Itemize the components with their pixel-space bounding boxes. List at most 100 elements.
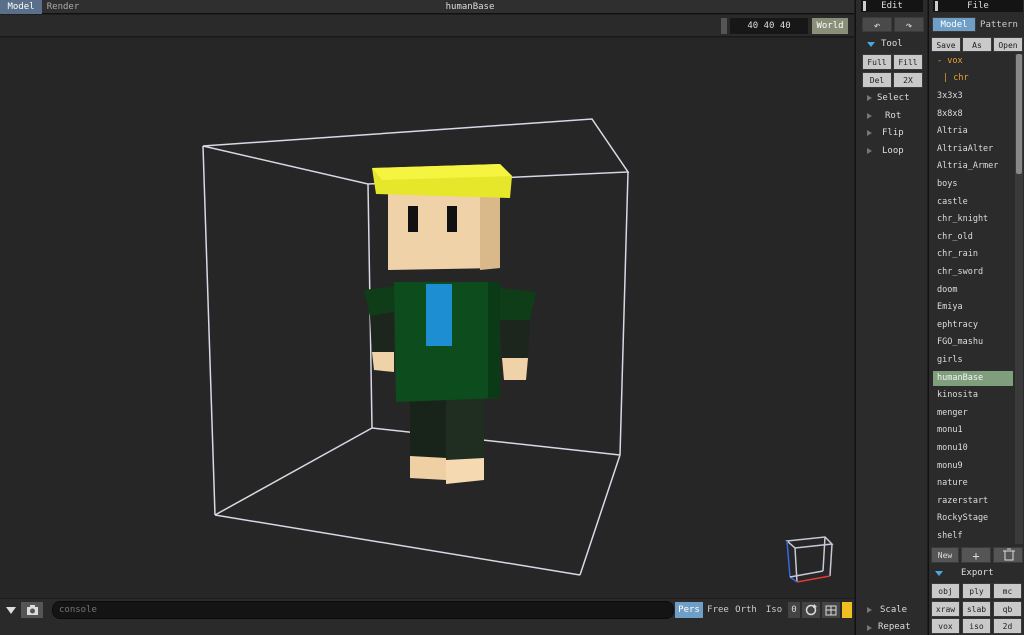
export-obj-button[interactable]: obj — [931, 583, 960, 599]
view-pers[interactable]: Pers — [675, 602, 703, 618]
file-list-item[interactable]: Altria_Armer — [933, 159, 1013, 174]
color-swatch[interactable] — [842, 602, 852, 618]
file-list-item[interactable]: monu1 — [933, 423, 1013, 438]
reset-view-button[interactable] — [802, 602, 820, 618]
edit-panel-header: Edit — [861, 0, 923, 12]
redo-icon: ↷ — [905, 19, 913, 32]
file-list-item[interactable]: humanBase — [933, 370, 1013, 386]
section-select[interactable]: Select — [877, 90, 910, 106]
export-slab-button[interactable]: slab — [962, 600, 991, 617]
folder-vox[interactable]: - vox — [933, 54, 1013, 69]
grid-icon — [825, 605, 837, 616]
dims-handle[interactable] — [721, 18, 727, 34]
view-free[interactable]: Free — [705, 602, 731, 618]
collapsed-arrow-icon — [867, 95, 872, 101]
file-list-item[interactable]: RockyStage — [933, 511, 1013, 526]
file-list-item[interactable]: AltriaAlter — [933, 142, 1013, 157]
window-title: humanBase — [445, 2, 495, 12]
file-panel: File Model Pattern Save As Open - vox | … — [928, 0, 1024, 635]
new-button[interactable]: New — [931, 547, 959, 563]
export-xraw-button[interactable]: xraw — [931, 600, 960, 617]
file-list-item[interactable]: Altria — [933, 124, 1013, 139]
file-list-item[interactable]: chr_rain — [933, 247, 1013, 262]
file-list-item[interactable]: shelf — [933, 529, 1013, 544]
world-button[interactable]: World — [812, 18, 848, 34]
tool-section-label[interactable]: Tool — [881, 36, 903, 52]
tab-bar: Model Render humanBase — [0, 0, 854, 14]
dimension-field[interactable]: 40 40 40 — [730, 18, 808, 34]
screenshot-button[interactable] — [21, 602, 43, 618]
rotate-icon — [805, 604, 817, 616]
camera-icon — [27, 605, 38, 615]
file-list-item[interactable]: nature — [933, 476, 1013, 491]
redo-button[interactable]: ↷ — [894, 17, 924, 32]
zero-button[interactable]: 0 — [788, 602, 800, 618]
save-as-button[interactable]: As — [962, 37, 992, 52]
tab-render[interactable]: Render — [42, 0, 84, 14]
file-list-item[interactable]: monu10 — [933, 441, 1013, 456]
file-list-item[interactable]: girls — [933, 353, 1013, 368]
file-list-item[interactable]: razerstart — [933, 494, 1013, 509]
file-list-item[interactable]: ephtracy — [933, 318, 1013, 333]
tab-model[interactable]: Model — [0, 0, 42, 14]
file-list-scrollbar[interactable] — [1015, 54, 1023, 544]
file-list-item[interactable]: monu9 — [933, 459, 1013, 474]
file-tab-model[interactable]: Model — [932, 17, 976, 32]
tool-del-button[interactable]: Del — [862, 72, 892, 88]
file-list-item[interactable]: Emiya — [933, 300, 1013, 315]
export-iso-button[interactable]: iso — [962, 618, 991, 634]
bottom-bar: Pers Free Orth Iso 0 — [0, 599, 854, 635]
collapsed-arrow-icon — [867, 113, 872, 119]
file-panel-header: File — [933, 0, 1023, 12]
file-tab-pattern[interactable]: Pattern — [977, 17, 1021, 32]
file-list-item[interactable]: 8x8x8 — [933, 107, 1013, 122]
add-button[interactable]: + — [961, 547, 991, 563]
tool-fill-button[interactable]: Fill — [893, 54, 923, 70]
export-mc-button[interactable]: mc — [993, 583, 1022, 599]
menu-toggle[interactable] — [4, 603, 18, 617]
expanded-arrow-icon — [935, 571, 943, 576]
file-list-item[interactable]: menger — [933, 406, 1013, 421]
section-flip[interactable]: Flip — [882, 125, 904, 141]
file-list-item[interactable]: chr_knight — [933, 212, 1013, 227]
file-list-item[interactable]: 3x3x3 — [933, 89, 1013, 104]
trash-icon — [1003, 548, 1015, 561]
delete-button[interactable] — [993, 547, 1023, 563]
collapsed-arrow-icon — [867, 607, 872, 613]
section-rot[interactable]: Rot — [885, 108, 901, 124]
orientation-gizmo[interactable] — [785, 536, 834, 583]
export-2d-button[interactable]: 2d — [993, 618, 1022, 634]
export-vox-button[interactable]: vox — [931, 618, 960, 634]
section-loop[interactable]: Loop — [882, 143, 904, 159]
file-list-item[interactable]: doom — [933, 283, 1013, 298]
open-button[interactable]: Open — [993, 37, 1023, 52]
file-list-item[interactable]: FGO_mashu — [933, 335, 1013, 350]
file-list-item[interactable]: chr_old — [933, 230, 1013, 245]
file-list-item[interactable]: boys — [933, 177, 1013, 192]
tool-full-button[interactable]: Full — [862, 54, 892, 70]
view-iso[interactable]: Iso — [762, 602, 786, 618]
scrollbar-thumb[interactable] — [1016, 54, 1022, 174]
file-list-item[interactable]: kinosita — [933, 388, 1013, 403]
edit-panel: Edit ↶ ↷ Tool Full Fill Del 2X Select Ro… — [855, 0, 927, 635]
caret-down-icon — [6, 607, 16, 614]
plus-icon: + — [972, 549, 980, 563]
export-qb-button[interactable]: qb — [993, 600, 1022, 617]
console-input[interactable] — [52, 601, 674, 619]
export-ply-button[interactable]: ply — [962, 583, 991, 599]
export-section-label[interactable]: Export — [961, 565, 994, 581]
section-repeat[interactable]: Repeat — [878, 619, 911, 635]
tool-2x-button[interactable]: 2X — [893, 72, 923, 88]
save-button[interactable]: Save — [931, 37, 961, 52]
file-list-item[interactable]: castle — [933, 195, 1013, 210]
section-scale[interactable]: Scale — [880, 602, 907, 618]
viewport-3d[interactable] — [0, 38, 854, 598]
file-list-item[interactable]: chr_sword — [933, 265, 1013, 280]
undo-button[interactable]: ↶ — [862, 17, 892, 32]
folder-chr[interactable]: | chr — [933, 71, 1013, 86]
voxel-character — [364, 164, 536, 484]
grid-toggle-button[interactable] — [822, 602, 840, 618]
undo-icon: ↶ — [873, 19, 881, 32]
collapsed-arrow-icon — [867, 148, 872, 154]
view-orth[interactable]: Orth — [732, 602, 760, 618]
